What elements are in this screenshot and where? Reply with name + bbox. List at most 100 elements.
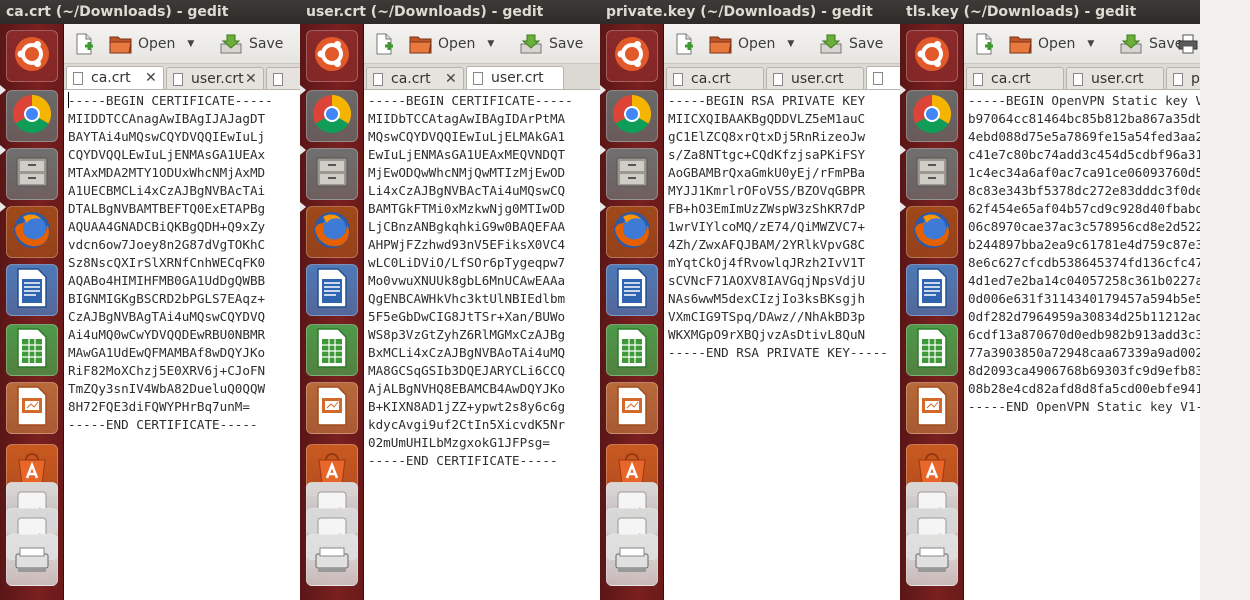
text-line: CzAJBgNVBAgTAi4uMQswCQYDVQ [68, 309, 266, 324]
open-label: Open [738, 36, 776, 52]
tab-ca-crt[interactable]: ca.crt [666, 67, 764, 89]
text-line: s/Za8NTtgc+CQdKfzjsaPKiFSY [668, 147, 866, 162]
launcher-firefox[interactable] [606, 206, 658, 258]
launcher-firefox[interactable] [906, 206, 958, 258]
launcher-firefox[interactable] [6, 206, 58, 258]
text-editor-area[interactable]: -----BEGIN CERTIFICATE----- MIIDbTCCAtagA… [364, 90, 600, 600]
launcher-libreoffice-impress[interactable] [6, 382, 58, 434]
open-button[interactable]: Open ▼ [708, 24, 794, 64]
launcher-libreoffice-calc[interactable] [306, 324, 358, 376]
text-line: Li4xCzAJBgNVBAcTAi4uMQswCQ [368, 183, 566, 198]
launcher-ubuntu-dash[interactable] [6, 30, 58, 82]
text-editor-area[interactable]: -----BEGIN RSA PRIVATE KEY MIICXQIBAAKBgQ… [664, 90, 900, 600]
text-file-icon [673, 73, 683, 86]
launcher-scanner[interactable] [6, 534, 58, 586]
launcher-libreoffice-writer[interactable] [6, 264, 58, 316]
launcher-libreoffice-calc[interactable] [6, 324, 58, 376]
folder-open-icon [1009, 36, 1032, 54]
tab-private[interactable]: private [1166, 67, 1200, 89]
chevron-down-icon[interactable]: ▼ [187, 39, 194, 49]
save-button[interactable]: Save [218, 24, 283, 64]
text-line: -----BEGIN CERTIFICATE----- [368, 93, 573, 108]
text-line: -----END CERTIFICATE----- [368, 453, 558, 468]
scanner-icon [612, 538, 652, 582]
text-file-icon [273, 73, 283, 86]
text-line: 1c4ec34a6af0ac7ca91ce06093760d5 [968, 165, 1200, 180]
tab-user-crt[interactable]: user.crt ✕ [166, 67, 264, 89]
launcher-chrome[interactable] [306, 90, 358, 142]
chevron-down-icon[interactable]: ▼ [1087, 39, 1094, 49]
launcher-chrome[interactable] [906, 90, 958, 142]
launcher-ubuntu-dash[interactable] [606, 30, 658, 82]
chevron-down-icon[interactable]: ▼ [787, 39, 794, 49]
text-editor-area[interactable]: -----BEGIN CERTIFICATE----- MIIDDTCCAnagA… [64, 90, 300, 600]
chevron-down-icon[interactable]: ▼ [487, 39, 494, 49]
running-indicator [900, 202, 906, 212]
file-manager-icon [312, 152, 352, 196]
launcher-libreoffice-writer[interactable] [606, 264, 658, 316]
tab-label: user.crt [791, 71, 844, 87]
text-line: 6cdf13a870670d0edb982b913add3c3 [968, 327, 1200, 342]
save-button[interactable]: Save [518, 24, 583, 64]
launcher-libreoffice-calc[interactable] [906, 324, 958, 376]
text-file-icon [873, 72, 883, 85]
libreoffice-writer-icon [613, 267, 651, 313]
text-editor-area[interactable]: -----BEGIN OpenVPN Static key V1- b97064c… [964, 90, 1200, 600]
launcher-libreoffice-impress[interactable] [306, 382, 358, 434]
open-button[interactable]: Open ▼ [108, 24, 194, 64]
launcher-chrome[interactable] [606, 90, 658, 142]
close-tab-icon[interactable]: ✕ [145, 67, 157, 89]
text-line: WKXMGpO9rXBQjvzAsDtivL8QuN [668, 327, 866, 342]
new-document-button[interactable] [372, 24, 396, 64]
launcher-libreoffice-writer[interactable] [906, 264, 958, 316]
tab-ca-crt[interactable]: ca.crt [966, 67, 1064, 89]
new-document-button[interactable] [672, 24, 696, 64]
launcher-scanner[interactable] [306, 534, 358, 586]
new-document-button[interactable] [72, 24, 96, 64]
new-document-button[interactable] [972, 24, 996, 64]
tab-user-crt[interactable]: user.crt [466, 66, 564, 89]
chrome-icon [311, 93, 353, 139]
launcher-scanner[interactable] [606, 534, 658, 586]
launcher-libreoffice-writer[interactable] [306, 264, 358, 316]
scanner-icon [312, 538, 352, 582]
tab-document-3[interactable] [266, 67, 300, 89]
tab-user-crt[interactable]: user.crt [1066, 67, 1164, 89]
launcher-file-manager[interactable] [906, 148, 958, 200]
launcher-libreoffice-impress[interactable] [606, 382, 658, 434]
launcher-chrome[interactable] [6, 90, 58, 142]
launcher-libreoffice-calc[interactable] [606, 324, 658, 376]
save-button[interactable]: Save [1118, 24, 1183, 64]
text-line: MIIDbTCCAtagAwIBAgIDArPtMA [368, 111, 566, 126]
text-line: BAMTGkFTMi0xMzkwNjg0MTIwOD [368, 201, 566, 216]
launcher-file-manager[interactable] [606, 148, 658, 200]
text-line: Ai4uMQ0wCwYDVQQDEwRBU0NBMR [68, 327, 266, 342]
launcher-firefox[interactable] [306, 206, 358, 258]
window-title: private.key (~/Downloads) - gedit [600, 0, 900, 24]
open-button[interactable]: Open ▼ [1008, 24, 1094, 64]
close-tab-icon[interactable]: ✕ [245, 68, 257, 89]
launcher-file-manager[interactable] [306, 148, 358, 200]
text-file-icon [473, 72, 483, 85]
print-button[interactable] [1176, 24, 1200, 64]
gedit-window-3: private.key (~/Downloads) - gedit Open ▼ [600, 0, 900, 600]
save-button[interactable]: Save [818, 24, 883, 64]
running-indicator [300, 202, 306, 212]
tab-ca-crt[interactable]: ca.crt ✕ [366, 67, 464, 89]
tab-ca-crt[interactable]: ca.crt ✕ [66, 66, 164, 89]
gedit-window-4: tls.key (~/Downloads) - gedit Open ▼ Sav… [900, 0, 1200, 600]
running-indicator [0, 85, 6, 95]
launcher-file-manager[interactable] [6, 148, 58, 200]
tab-document-3[interactable] [866, 66, 900, 89]
launcher-ubuntu-dash[interactable] [306, 30, 358, 82]
launcher-scanner[interactable] [906, 534, 958, 586]
chrome-icon [911, 93, 953, 139]
close-tab-icon[interactable]: ✕ [445, 68, 457, 89]
launcher-ubuntu-dash[interactable] [906, 30, 958, 82]
text-line: -----END CERTIFICATE----- [68, 417, 258, 432]
open-button[interactable]: Open ▼ [408, 24, 494, 64]
ubuntu-dash-icon [12, 34, 52, 78]
tab-user-crt[interactable]: user.crt [766, 67, 864, 89]
ubuntu-dash-icon [312, 34, 352, 78]
launcher-libreoffice-impress[interactable] [906, 382, 958, 434]
